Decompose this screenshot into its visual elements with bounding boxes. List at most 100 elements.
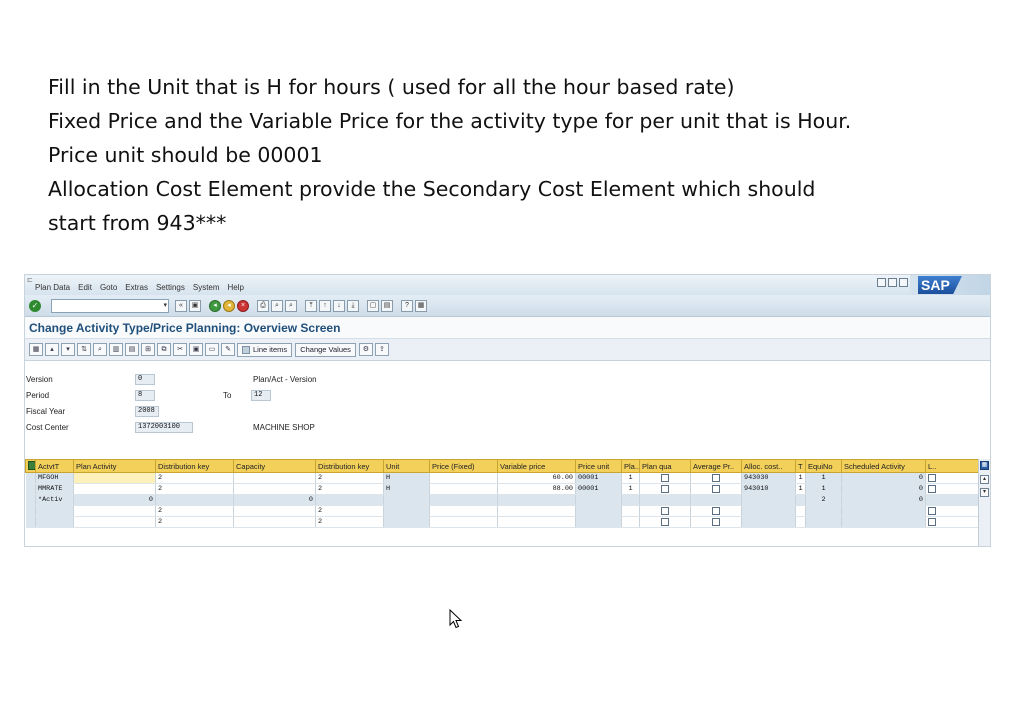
grid-cell[interactable]: 0	[841, 494, 926, 506]
new-session-icon[interactable]: ▢	[367, 299, 379, 312]
checkbox[interactable]	[712, 473, 720, 482]
grid-cell[interactable]	[621, 505, 640, 517]
grid-cell[interactable]: 0	[841, 483, 926, 495]
grid-cell[interactable]	[841, 516, 926, 528]
grid-cell[interactable]: MFGOH	[35, 472, 74, 484]
col-header[interactable]: EquiNo	[805, 459, 842, 473]
grid-cell[interactable]	[639, 472, 691, 484]
grid-cell[interactable]	[315, 494, 384, 506]
grid-cell[interactable]	[73, 516, 156, 528]
row-selector[interactable]	[25, 505, 36, 517]
grid-cell[interactable]: 2	[155, 483, 234, 495]
col-header[interactable]: Scheduled Activity	[841, 459, 926, 473]
period-to-field[interactable]: 12	[251, 390, 271, 401]
table-row[interactable]: MFGOH 2 2 H 60.00 00001 1 943030 1 1 0	[25, 472, 990, 484]
lock-checkbox[interactable]	[928, 517, 936, 526]
table-row[interactable]: *Activ 0 0 2 0	[25, 494, 990, 506]
edit-icon[interactable]: ✎	[221, 343, 235, 356]
grid-cell[interactable]: 2	[315, 483, 384, 495]
find-icon[interactable]: ⌕	[271, 299, 283, 312]
select-all-corner-icon[interactable]	[28, 460, 35, 470]
grid-cell[interactable]: 1	[795, 472, 806, 484]
grid-cell[interactable]	[575, 505, 622, 517]
col-header[interactable]: Capacity	[233, 459, 316, 473]
lock-checkbox[interactable]	[928, 506, 936, 515]
grid-cell[interactable]: 2	[315, 472, 384, 484]
grid-cell[interactable]	[383, 505, 430, 517]
grid-cell[interactable]: 60.00	[497, 472, 576, 484]
grid-cell[interactable]: MMRATE	[35, 483, 74, 495]
row-selector[interactable]	[25, 516, 36, 528]
grid-cell[interactable]	[621, 494, 640, 506]
lock-checkbox[interactable]	[928, 473, 936, 482]
col-header[interactable]: Distribution key	[155, 459, 234, 473]
scroll-up-icon[interactable]: ▴	[45, 343, 59, 356]
grid-cell[interactable]	[155, 494, 234, 506]
col-header[interactable]: Plan qua	[639, 459, 691, 473]
copy-icon[interactable]: ⧉	[157, 343, 171, 356]
command-field[interactable]: ▾	[51, 298, 169, 313]
grid-cell[interactable]	[795, 505, 806, 517]
grid-cell[interactable]	[429, 472, 498, 484]
checkbox[interactable]	[661, 473, 669, 482]
grid-cell[interactable]: 1	[621, 472, 640, 484]
col-header[interactable]: Pla..	[621, 459, 640, 473]
search-icon[interactable]: ⌕	[93, 343, 107, 356]
grid-cell[interactable]	[575, 494, 622, 506]
menu-settings[interactable]: Settings	[156, 283, 185, 295]
grid-scroll-down-icon[interactable]: ▾	[980, 488, 989, 497]
cancel-icon[interactable]: ×	[237, 299, 249, 312]
cost-center-field[interactable]: 1372003100	[135, 422, 193, 433]
grid-cell[interactable]: 1	[795, 483, 806, 495]
menu-system[interactable]: System	[193, 283, 220, 295]
grid-cell[interactable]: 2	[155, 516, 234, 528]
grid-cell[interactable]	[497, 505, 576, 517]
grid-cell[interactable]	[741, 516, 796, 528]
shortcut-icon[interactable]: ▤	[381, 299, 393, 312]
grid-cell[interactable]	[690, 505, 742, 517]
grid-cell[interactable]: 00001	[575, 472, 622, 484]
checkbox[interactable]	[661, 517, 669, 526]
grid-cell[interactable]	[35, 516, 74, 528]
grid-cell[interactable]	[795, 516, 806, 528]
col-header[interactable]: Unit	[383, 459, 430, 473]
first-page-icon[interactable]: ⤒	[305, 299, 317, 312]
grid-cell[interactable]	[383, 516, 430, 528]
grid-cell[interactable]	[741, 494, 796, 506]
period-from-field[interactable]: 8	[135, 390, 155, 401]
grid-cell[interactable]: 0	[841, 472, 926, 484]
grid-cell[interactable]	[639, 494, 691, 506]
grid-cell[interactable]	[690, 472, 742, 484]
grid-cell[interactable]	[233, 505, 316, 517]
grid-cell[interactable]	[429, 505, 498, 517]
grid-cell[interactable]	[73, 483, 156, 495]
grid-cell[interactable]	[383, 494, 430, 506]
back-icon[interactable]: ◂	[209, 299, 221, 312]
grid-cell[interactable]: 1	[805, 472, 842, 484]
row-selector[interactable]	[25, 494, 36, 506]
grid-cell[interactable]: H	[383, 483, 430, 495]
menu-extras[interactable]: Extras	[125, 283, 148, 295]
change-values-button[interactable]: Change Values	[295, 342, 356, 357]
checkbox[interactable]	[712, 506, 720, 515]
grid-select-all[interactable]	[25, 459, 36, 473]
cut-icon[interactable]: ✂	[173, 343, 187, 356]
paste-icon[interactable]: ▣	[189, 343, 203, 356]
table-settings-icon[interactable]: ▤	[125, 343, 139, 356]
col-header[interactable]: Plan Activity	[73, 459, 156, 473]
col-header[interactable]: Distribution key	[315, 459, 384, 473]
grid-cell[interactable]	[621, 516, 640, 528]
grid-cell[interactable]: 1	[805, 483, 842, 495]
grid-scroll-up-icon[interactable]: ▴	[980, 475, 989, 484]
maximize-icon[interactable]	[888, 278, 897, 287]
menu-edit[interactable]: Edit	[78, 283, 92, 295]
filter-icon[interactable]: ▥	[109, 343, 123, 356]
minimize-icon[interactable]	[877, 278, 886, 287]
grid-cell[interactable]	[233, 516, 316, 528]
menu-plan-data[interactable]: Plan Data	[35, 283, 70, 295]
find-next-icon[interactable]: ⌕	[285, 299, 297, 312]
delete-row-icon[interactable]: ▭	[205, 343, 219, 356]
enter-check-icon[interactable]: ✓	[29, 299, 41, 312]
grid-cell[interactable]	[795, 494, 806, 506]
insert-row-icon[interactable]: ⊞	[141, 343, 155, 356]
